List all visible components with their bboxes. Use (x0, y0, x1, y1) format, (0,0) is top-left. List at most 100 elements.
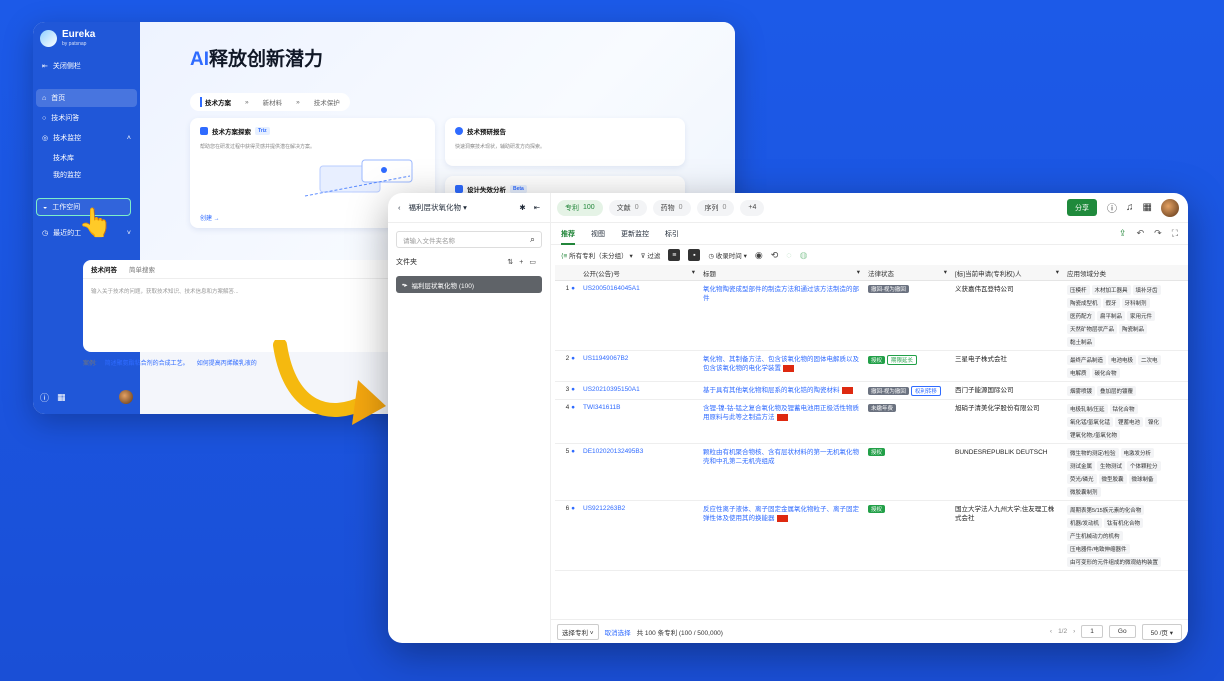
pub-number-link[interactable]: US11949067B2 (579, 355, 699, 381)
field-tag[interactable]: 叠加层的镀覆 (1097, 386, 1137, 396)
field-tag[interactable]: 假牙 (1102, 298, 1120, 308)
bell-icon[interactable]: ♫ (1126, 202, 1134, 213)
folder-item[interactable]: •▸ 福利层状氧化物 (100) (396, 276, 542, 293)
list-view-icon[interactable]: ≡ (668, 249, 681, 261)
patent-title-cell[interactable]: 氧化物陶瓷成型部件的制造方法和通过该方法制造的部件 (699, 285, 864, 350)
field-tag[interactable]: 电极轧制/压延 (1067, 404, 1108, 414)
ai-icon[interactable]: ◍ (800, 250, 808, 261)
table-row[interactable]: 5 ● DE102020132495B3 颗粒由有机聚合物核、含有层状材料的第一无机… (555, 444, 1188, 501)
tab-update-monitor[interactable]: 更新监控 (621, 229, 649, 239)
table-row[interactable]: 4 ● TWI341611B 含锂-镍-钴-锰之复合氧化物及锂蓄电池用正极活性物质用… (555, 400, 1188, 444)
row-index[interactable]: 4 ● (555, 404, 579, 443)
field-tag[interactable]: 微生物的测定/检验 (1067, 448, 1119, 458)
sidebar-subitem-my-monitor[interactable]: 我的监控 (33, 166, 140, 183)
collapse-sidebar-button[interactable]: ⇤ 关闭侧栏 (36, 57, 137, 75)
patent-title-cell[interactable]: 氧化物、其制备方法、包含该氧化物的固体电解质以及包含该氧化物的电化学装置 (699, 355, 864, 381)
pub-number-link[interactable]: US20050164045A1 (579, 285, 699, 350)
field-tag[interactable]: 陶瓷制品 (1119, 324, 1148, 334)
go-button[interactable]: Go (1108, 625, 1136, 638)
field-tag[interactable]: 钛有机化合物 (1104, 518, 1144, 528)
field-tag[interactable]: 天然矿物层状产品 (1067, 324, 1118, 334)
field-tag[interactable]: 微球制备 (1128, 474, 1157, 484)
field-tag[interactable]: 镍化 (1145, 417, 1163, 427)
header-applicant[interactable]: [标]当前申请(专利权)人 ▾ (951, 268, 1063, 278)
field-tag[interactable]: 木材加工器具 (1091, 285, 1131, 295)
row-index[interactable]: 2 ● (555, 355, 579, 381)
field-tag[interactable]: 牙科制剂 (1121, 298, 1150, 308)
help-icon[interactable]: ⓘ (1107, 200, 1117, 215)
field-tag[interactable]: 碳化合物 (1091, 368, 1120, 378)
collapse-panel-icon[interactable]: ⇤ (534, 203, 540, 212)
field-tag[interactable]: 填补牙齿 (1132, 285, 1161, 295)
goto-page-input[interactable]: 1 (1081, 625, 1103, 638)
field-tag[interactable]: 锂蓄电池 (1115, 417, 1144, 427)
example-link[interactable]: 如何提高丙烯酸乳液的 (197, 361, 257, 367)
tab-tech-protection[interactable]: 技术保护 (314, 97, 340, 107)
apps-grid-icon[interactable]: ▦ (57, 392, 66, 403)
tab-tech-qa[interactable]: 技术问答 (91, 264, 117, 274)
sidebar-subitem-tech-library[interactable]: 技术库 (33, 149, 140, 166)
page-size-select[interactable]: 50 /页 ▾ (1141, 623, 1182, 640)
history-icon[interactable]: ⟲ (771, 250, 779, 261)
avatar[interactable] (119, 390, 133, 404)
pill-literature[interactable]: 文献 0 (608, 199, 647, 216)
share-button[interactable]: 分享 (1067, 199, 1098, 216)
sort-dropdown[interactable]: ◷ 收录时间 ▾ (708, 250, 747, 260)
pub-number-link[interactable]: US20210395150A1 (579, 386, 699, 399)
patent-title-cell[interactable]: 反应性离子液体、离子固定金属氧化物粒子、离子固定弹性体及使用其的换能器 (699, 505, 864, 570)
pub-number-link[interactable]: DE102020132495B3 (579, 448, 699, 500)
header-application-field[interactable]: 应用领域分类 (1063, 268, 1175, 278)
field-tag[interactable]: 最终产品制造 (1067, 355, 1107, 365)
field-tag[interactable]: 二次电 (1138, 355, 1161, 365)
export-icon[interactable]: ⇪ (1119, 228, 1127, 239)
create-button[interactable]: 创建 → (200, 213, 220, 222)
back-icon[interactable]: ‹ (398, 203, 401, 212)
field-tag[interactable]: 个体颗粒分 (1127, 461, 1161, 471)
field-tag[interactable]: 测试金属 (1067, 461, 1096, 471)
field-tag[interactable]: 医药配方 (1067, 311, 1096, 321)
eye-icon[interactable]: ◉ (755, 250, 763, 261)
pub-number-link[interactable]: US9212263B2 (579, 505, 699, 570)
row-index[interactable]: 6 ● (555, 505, 579, 570)
pill-more[interactable]: +4 (740, 199, 765, 216)
help-icon[interactable]: ⓘ (40, 391, 49, 404)
field-tag[interactable]: 荧光/磷光 (1067, 474, 1097, 484)
field-tag[interactable]: 钴化合物 (1109, 404, 1138, 414)
row-index[interactable]: 3 ● (555, 386, 579, 399)
pill-drug[interactable]: 药物 0 (652, 199, 691, 216)
field-tag[interactable]: 扁平制品 (1097, 311, 1126, 321)
header-title[interactable]: 标题 ▾ (699, 268, 864, 278)
row-index[interactable]: 1 ● (555, 285, 579, 350)
next-page-icon[interactable]: › (1073, 628, 1075, 635)
undo-icon[interactable]: ↶ (1137, 228, 1145, 239)
field-tag[interactable]: 家用元件 (1127, 311, 1156, 321)
table-row[interactable]: 6 ● US9212263B2 反应性离子液体、离子固定金属氧化物粒子、离子固定弹性… (555, 501, 1188, 571)
field-tag[interactable]: 生物测试 (1097, 461, 1126, 471)
example-link[interactable]: 简述聚氨酯粘合剂的合成工艺。 (105, 361, 189, 367)
redo-icon[interactable]: ↷ (1154, 228, 1162, 239)
pill-sequence[interactable]: 序列 0 (696, 199, 735, 216)
tab-recommend[interactable]: 推荐 (561, 223, 575, 245)
pill-patent[interactable]: 专利 100 (557, 199, 603, 216)
field-tag[interactable]: 机器/发动机 (1067, 518, 1103, 528)
filter-button[interactable]: ⊽ 过滤 (641, 250, 661, 260)
field-tag[interactable]: 电池电极 (1108, 355, 1137, 365)
field-tag[interactable]: 微型胶囊 (1098, 474, 1127, 484)
tab-tech-solution[interactable]: 技术方案 (200, 97, 231, 107)
header-pub-no[interactable]: 公开(公告)号 ▾ (579, 268, 699, 278)
card-tech-report[interactable]: 技术预研报告 快速洞察技术现状，辅助研发方向探索。 (445, 118, 685, 166)
tab-view[interactable]: 视图 (591, 229, 605, 239)
tab-index[interactable]: 标引 (665, 229, 679, 239)
sidebar-item-tech-monitor[interactable]: ◎ 技术监控 ˄ (36, 129, 137, 147)
image-view-icon[interactable]: ▪ (688, 249, 701, 261)
folder-search-input[interactable]: 请输入文件夹名称 ⌕ (396, 231, 542, 248)
field-tag[interactable]: 氧化锰/氢氧化锰 (1067, 417, 1114, 427)
field-tag[interactable]: 锂氧化物;/氢氧化物 (1067, 430, 1121, 440)
table-row[interactable]: 1 ● US20050164045A1 氧化物陶瓷成型部件的制造方法和通过该方法制造… (555, 281, 1188, 351)
tab-simple-search[interactable]: 简单搜索 (129, 264, 155, 274)
sidebar-item-home[interactable]: ⌂ 首页 (36, 89, 137, 107)
select-patents-dropdown[interactable]: 选择专利 ˅ (557, 623, 599, 640)
field-tag[interactable]: 压电器件/电致伸缩器件 (1067, 544, 1130, 554)
table-row[interactable]: 2 ● US11949067B2 氧化物、其制备方法、包含该氧化物的固体电解质以及包… (555, 351, 1188, 382)
folder-actions-icon[interactable]: ⇅+▭ (507, 258, 542, 266)
